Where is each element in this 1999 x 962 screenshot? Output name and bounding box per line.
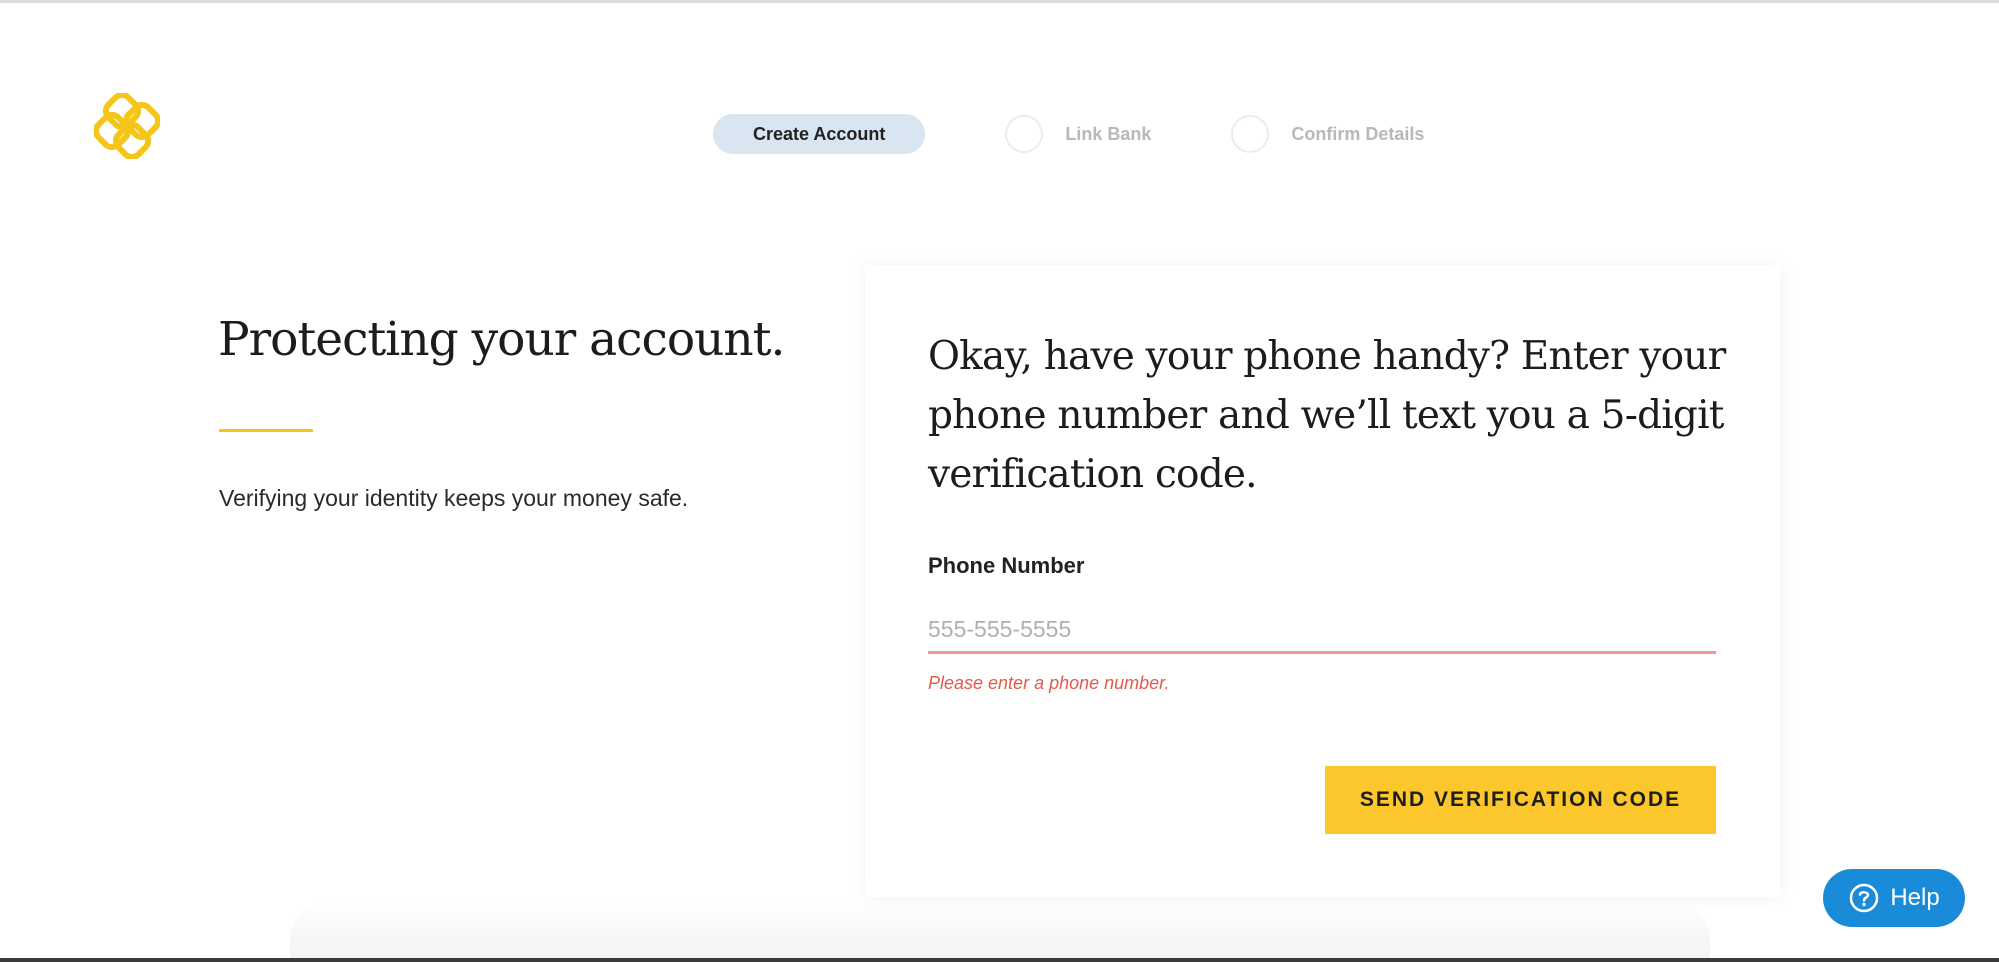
phone-number-label: Phone Number xyxy=(928,553,1085,578)
card-heading: Okay, have your phone handy? Enter your … xyxy=(928,334,1726,497)
title-accent-divider xyxy=(219,429,313,432)
help-button[interactable]: Help xyxy=(1823,869,1965,927)
bottom-shadow xyxy=(290,900,1710,962)
step-circle-icon xyxy=(1005,115,1044,153)
step-label: Confirm Details xyxy=(1291,123,1425,144)
step-label: Link Bank xyxy=(1065,123,1152,144)
step-create-account: Create Account xyxy=(713,114,926,154)
phone-verification-card: Okay, have your phone handy? Enter your … xyxy=(865,265,1780,897)
step-label: Create Account xyxy=(753,123,886,144)
step-confirm-details: Confirm Details xyxy=(1231,115,1424,153)
page: Create Account Link Bank Confirm Details… xyxy=(0,0,1999,962)
step-circle-icon xyxy=(1231,115,1270,153)
top-divider xyxy=(0,0,1999,3)
brand-logo-icon[interactable] xyxy=(92,91,162,161)
help-label: Help xyxy=(1890,884,1940,911)
phone-error-message: Please enter a phone number. xyxy=(928,673,1170,693)
page-subtitle: Verifying your identity keeps your money… xyxy=(219,485,689,511)
question-circle-icon xyxy=(1848,882,1880,914)
bottom-divider xyxy=(0,958,1999,962)
send-verification-code-button[interactable]: SEND VERIFICATION CODE xyxy=(1325,766,1716,834)
phone-number-input[interactable] xyxy=(928,607,1716,654)
step-link-bank: Link Bank xyxy=(1005,115,1151,153)
page-title: Protecting your account. xyxy=(218,312,785,367)
progress-stepper: Create Account Link Bank Confirm Details xyxy=(713,113,1424,155)
